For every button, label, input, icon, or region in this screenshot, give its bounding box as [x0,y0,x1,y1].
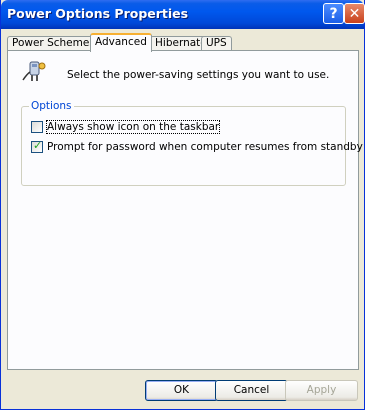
prompt-password-option[interactable]: ✓ Prompt for password when computer resu… [31,139,363,154]
tab-power-schemes[interactable]: Power Schemes [7,36,100,51]
apply-button[interactable]: Apply [285,380,358,401]
advanced-tab-panel [7,50,359,370]
always-show-icon-option[interactable]: Always show icon on the taskbar [31,120,221,134]
always-show-icon-label[interactable]: Always show icon on the taskbar [45,120,221,134]
window-title: Power Options Properties [7,6,189,21]
intro-text: Select the power-saving settings you wan… [67,69,330,81]
prompt-password-label[interactable]: Prompt for password when computer resume… [47,141,363,153]
tab-advanced[interactable]: Advanced [90,33,152,52]
help-button[interactable]: ? [323,3,344,24]
help-icon: ? [329,5,338,22]
power-plug-icon [22,61,46,81]
power-options-window: Power Options Properties ? ✕ Power Schem… [0,0,365,410]
close-button[interactable]: ✕ [344,3,365,24]
options-group-label: Options [29,100,74,112]
ok-button[interactable]: OK [145,380,218,401]
tab-strip: Power Schemes Advanced Hibernate UPS [7,33,357,52]
cancel-button[interactable]: Cancel [215,380,288,401]
close-icon: ✕ [348,5,361,22]
always-show-icon-checkbox[interactable] [31,121,43,133]
prompt-password-checkbox[interactable]: ✓ [31,139,43,153]
checkmark-icon: ✓ [33,139,43,152]
title-bar[interactable]: Power Options Properties ? ✕ [1,0,365,29]
tab-ups[interactable]: UPS [201,36,232,51]
